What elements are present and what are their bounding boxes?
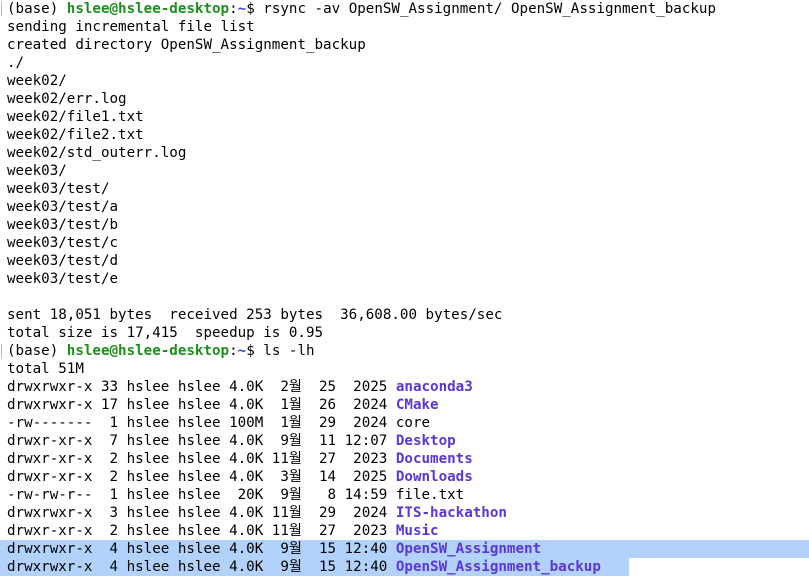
output-line: week03/test/e <box>7 271 119 287</box>
ls-entry-row: -rw-rw-r-- 1 hslee hslee 20K 9월 8 14:59 … <box>0 486 809 504</box>
ls-entry-attributes: drwxr-xr-x 2 hslee hslee 4.0K 11월 27 202… <box>7 523 396 539</box>
ls-entry-attributes: drwxrwxr-x 4 hslee hslee 4.0K 9월 15 12:4… <box>7 559 396 575</box>
output-line: total size is 17,415 speedup is 0.95 <box>7 325 324 341</box>
output-line: total 51M <box>7 361 84 377</box>
ls-entry-row: drwxrwxr-x 4 hslee hslee 4.0K 9월 15 12:4… <box>0 558 809 576</box>
ls-entry-file-name[interactable]: file.txt <box>396 487 464 503</box>
ls-entry-directory-name[interactable]: Downloads <box>396 469 473 485</box>
ls-entry-row: -rw------- 1 hslee hslee 100M 1월 29 2024… <box>0 414 809 432</box>
line-marker <box>1 2 2 16</box>
ls-entry-attributes: -rw------- 1 hslee hslee 100M 1월 29 2024 <box>7 415 396 431</box>
terminal-window[interactable]: (base) hslee@hslee-desktop:~$ rsync -av … <box>0 0 809 579</box>
line-marker <box>1 344 2 358</box>
command-text[interactable]: ls -lh <box>263 343 314 359</box>
prompt-env: (base) <box>7 343 59 359</box>
ls-entry-attributes: -rw-rw-r-- 1 hslee hslee 20K 9월 8 14:59 <box>7 487 396 503</box>
output-line: week02/ <box>7 73 67 89</box>
ls-entry-row: drwxrwxr-x 3 hslee hslee 4.0K 11월 29 202… <box>0 504 809 522</box>
ls-entry-file-name[interactable]: core <box>396 415 430 431</box>
output-line: week03/test/ <box>7 181 110 197</box>
prompt-env: (base) <box>7 1 59 17</box>
ls-entry-attributes: drwxrwxr-x 17 hslee hslee 4.0K 1월 26 202… <box>7 397 396 413</box>
output-line: week03/test/b <box>7 217 119 233</box>
ls-entry-row: drwxr-xr-x 2 hslee hslee 4.0K 11월 27 202… <box>0 450 809 468</box>
ls-entry-attributes: drwxrwxr-x 33 hslee hslee 4.0K 2월 25 202… <box>7 379 396 395</box>
prompt-symbol: $ <box>246 1 264 17</box>
ls-entry-directory-name[interactable]: Documents <box>396 451 473 467</box>
ls-entry-directory-name[interactable]: ITS-hackathon <box>396 505 507 521</box>
output-line: week03/test/c <box>7 235 119 251</box>
output-line: ./ <box>7 55 25 71</box>
output-line: week03/test/a <box>7 199 119 215</box>
ls-entry-directory-name[interactable]: Desktop <box>396 433 456 449</box>
ls-entry-directory-name[interactable]: Music <box>396 523 439 539</box>
ls-entry-directory-name[interactable]: CMake <box>396 397 439 413</box>
prompt-separator: : <box>229 1 238 17</box>
ls-entry-row: drwxr-xr-x 2 hslee hslee 4.0K 3월 14 2025… <box>0 468 809 486</box>
output-line: week03/ <box>7 163 67 179</box>
ls-entry-row: drwxr-xr-x 7 hslee hslee 4.0K 9월 11 12:0… <box>0 432 809 450</box>
ls-entry-attributes: drwxr-xr-x 7 hslee hslee 4.0K 9월 11 12:0… <box>7 433 396 449</box>
prompt-separator: : <box>229 343 238 359</box>
ls-entry-row: drwxr-xr-x 2 hslee hslee 4.0K 11월 27 202… <box>0 522 809 540</box>
ls-entry-attributes: drwxrwxr-x 3 hslee hslee 4.0K 11월 29 202… <box>7 505 396 521</box>
prompt-symbol: $ <box>246 343 264 359</box>
output-line: week02/err.log <box>7 91 127 107</box>
prompt-path: ~ <box>237 1 247 17</box>
output-line: created directory OpenSW_Assignment_back… <box>7 37 366 53</box>
ls-entry-directory-name[interactable]: OpenSW_Assignment_backup <box>396 559 601 575</box>
ls-entry-directory-name[interactable]: anaconda3 <box>396 379 473 395</box>
prompt-line: (base) hslee@hslee-desktop:~$ ls -lh <box>0 342 809 360</box>
prompt-line: (base) hslee@hslee-desktop:~$ rsync -av … <box>0 0 809 18</box>
ls-entry-row: drwxrwxr-x 4 hslee hslee 4.0K 9월 15 12:4… <box>0 540 809 558</box>
ls-entry-attributes: drwxr-xr-x 2 hslee hslee 4.0K 11월 27 202… <box>7 451 396 467</box>
ls-entry-attributes: drwxrwxr-x 4 hslee hslee 4.0K 9월 15 12:4… <box>7 541 396 557</box>
output-line: week02/file1.txt <box>7 109 144 125</box>
prompt-path: ~ <box>237 343 247 359</box>
prompt-user-host: hslee@hslee-desktop <box>66 1 230 17</box>
prompt-user-host: hslee@hslee-desktop <box>66 343 230 359</box>
ls-entry-row: drwxrwxr-x 33 hslee hslee 4.0K 2월 25 202… <box>0 378 809 396</box>
command-text[interactable]: rsync -av OpenSW_Assignment/ OpenSW_Assi… <box>263 1 716 17</box>
output-line: week03/test/d <box>7 253 119 269</box>
output-line: week02/file2.txt <box>7 127 144 143</box>
ls-entry-directory-name[interactable]: OpenSW_Assignment <box>396 541 541 557</box>
ls-entry-attributes: drwxr-xr-x 2 hslee hslee 4.0K 3월 14 2025 <box>7 469 396 485</box>
output-line: week02/std_outerr.log <box>7 145 187 161</box>
output-line: sent 18,051 bytes received 253 bytes 36,… <box>7 307 503 323</box>
ls-entry-row: drwxrwxr-x 17 hslee hslee 4.0K 1월 26 202… <box>0 396 809 414</box>
output-line: sending incremental file list <box>7 19 255 35</box>
